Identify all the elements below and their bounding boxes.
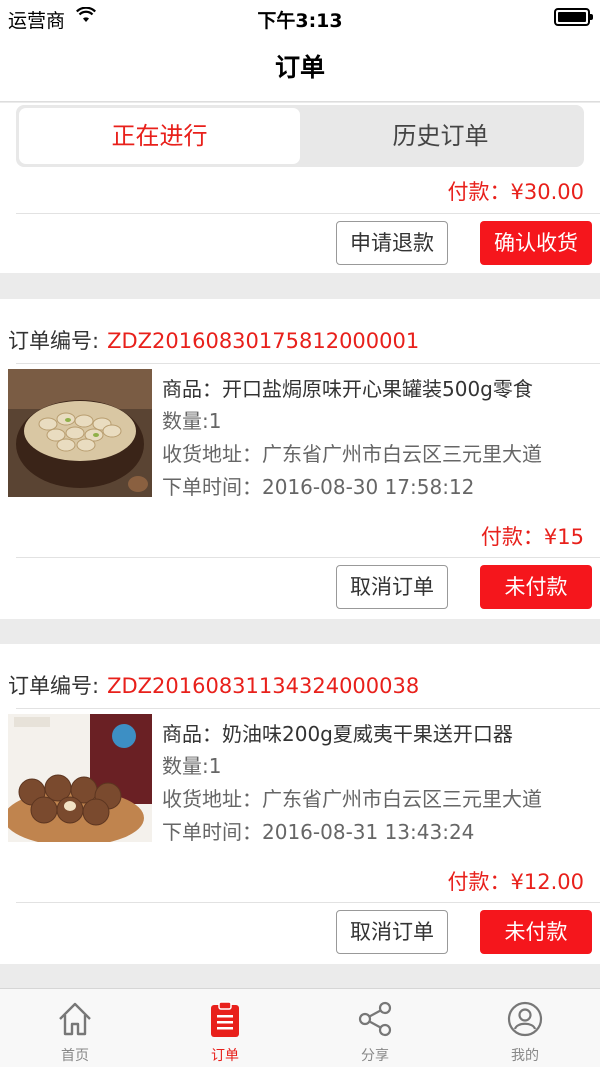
order-number-label: 订单编号: bbox=[8, 674, 100, 698]
order-time: 下单时间：2016-08-30 17:58:12 bbox=[162, 475, 475, 499]
clock: 下午3:13 bbox=[257, 10, 343, 32]
shipping-address: 收货地址：广东省广州市白云区三元里大道 bbox=[162, 442, 542, 466]
pay-button[interactable]: 未付款 bbox=[480, 910, 592, 954]
divider bbox=[16, 708, 600, 709]
divider bbox=[16, 213, 600, 214]
product-image-macadamia[interactable] bbox=[8, 714, 152, 842]
payment-amount: 付款：¥15 bbox=[480, 525, 584, 549]
user-icon bbox=[507, 1001, 543, 1037]
cancel-order-button[interactable]: 取消订单 bbox=[336, 910, 448, 954]
tab-label: 首页 bbox=[61, 1048, 89, 1064]
payment-amount: 付款：¥12.00 bbox=[447, 870, 584, 894]
home-icon bbox=[59, 1002, 91, 1036]
product-image-pistachio[interactable] bbox=[8, 369, 152, 497]
payment-amount: 付款：¥30.00 bbox=[447, 180, 584, 204]
product-name: 商品：奶油味200g夏威夷干果送开口器 bbox=[162, 722, 513, 746]
quantity: 数量:1 bbox=[162, 754, 222, 778]
status-bar: 运营商 下午3:13 bbox=[0, 0, 600, 34]
order-number-row: 订单编号: ZDZ20160831134324000038 bbox=[8, 670, 419, 700]
confirm-receipt-button[interactable]: 确认收货 bbox=[480, 221, 592, 265]
tab-in-progress[interactable]: 正在进行 bbox=[19, 108, 300, 164]
refund-button[interactable]: 申请退款 bbox=[336, 221, 448, 265]
tab-share[interactable]: 分享 bbox=[300, 989, 450, 1067]
page-title: 订单 bbox=[274, 53, 325, 82]
order-number: ZDZ20160830175812000001 bbox=[107, 329, 420, 353]
segment-control: 正在进行 历史订单 bbox=[16, 105, 584, 167]
order-list[interactable]: 正在进行 历史订单 付款：¥30.00 申请退款 确认收货 订单编号: ZDZ20… bbox=[0, 103, 600, 988]
nav-bar: 订单 bbox=[0, 34, 600, 102]
tab-bar: 首页 订单 分享 我的 bbox=[0, 988, 600, 1067]
partial-order-card: 正在进行 历史订单 付款：¥30.00 申请退款 确认收货 bbox=[0, 103, 600, 273]
pay-button[interactable]: 未付款 bbox=[480, 565, 592, 609]
tab-home[interactable]: 首页 bbox=[0, 989, 150, 1067]
clipboard-icon bbox=[211, 1001, 239, 1037]
quantity: 数量:1 bbox=[162, 409, 222, 433]
share-icon bbox=[358, 1001, 392, 1037]
order-number-row: 订单编号: ZDZ20160830175812000001 bbox=[8, 325, 419, 355]
tab-label: 分享 bbox=[361, 1048, 389, 1064]
tab-label: 我的 bbox=[511, 1048, 539, 1064]
order-card: 订单编号: ZDZ20160830175812000001 商品：开口盐焗原味开心… bbox=[0, 299, 600, 619]
tab-history[interactable]: 历史订单 bbox=[300, 108, 581, 164]
divider bbox=[16, 557, 600, 558]
tab-profile[interactable]: 我的 bbox=[450, 989, 600, 1067]
tab-label: 订单 bbox=[211, 1048, 239, 1064]
battery-icon bbox=[554, 8, 593, 26]
cancel-order-button[interactable]: 取消订单 bbox=[336, 565, 448, 609]
shipping-address: 收货地址：广东省广州市白云区三元里大道 bbox=[162, 787, 542, 811]
divider bbox=[16, 363, 600, 364]
tab-orders[interactable]: 订单 bbox=[150, 989, 300, 1067]
divider bbox=[16, 902, 600, 903]
product-name: 商品：开口盐焗原味开心果罐装500g零食 bbox=[162, 377, 533, 401]
order-number-label: 订单编号: bbox=[8, 329, 100, 353]
order-card: 订单编号: ZDZ20160831134324000038 商品：奶油味200g夏… bbox=[0, 644, 600, 964]
order-time: 下单时间：2016-08-31 13:43:24 bbox=[162, 820, 475, 844]
order-number: ZDZ20160831134324000038 bbox=[107, 674, 420, 698]
